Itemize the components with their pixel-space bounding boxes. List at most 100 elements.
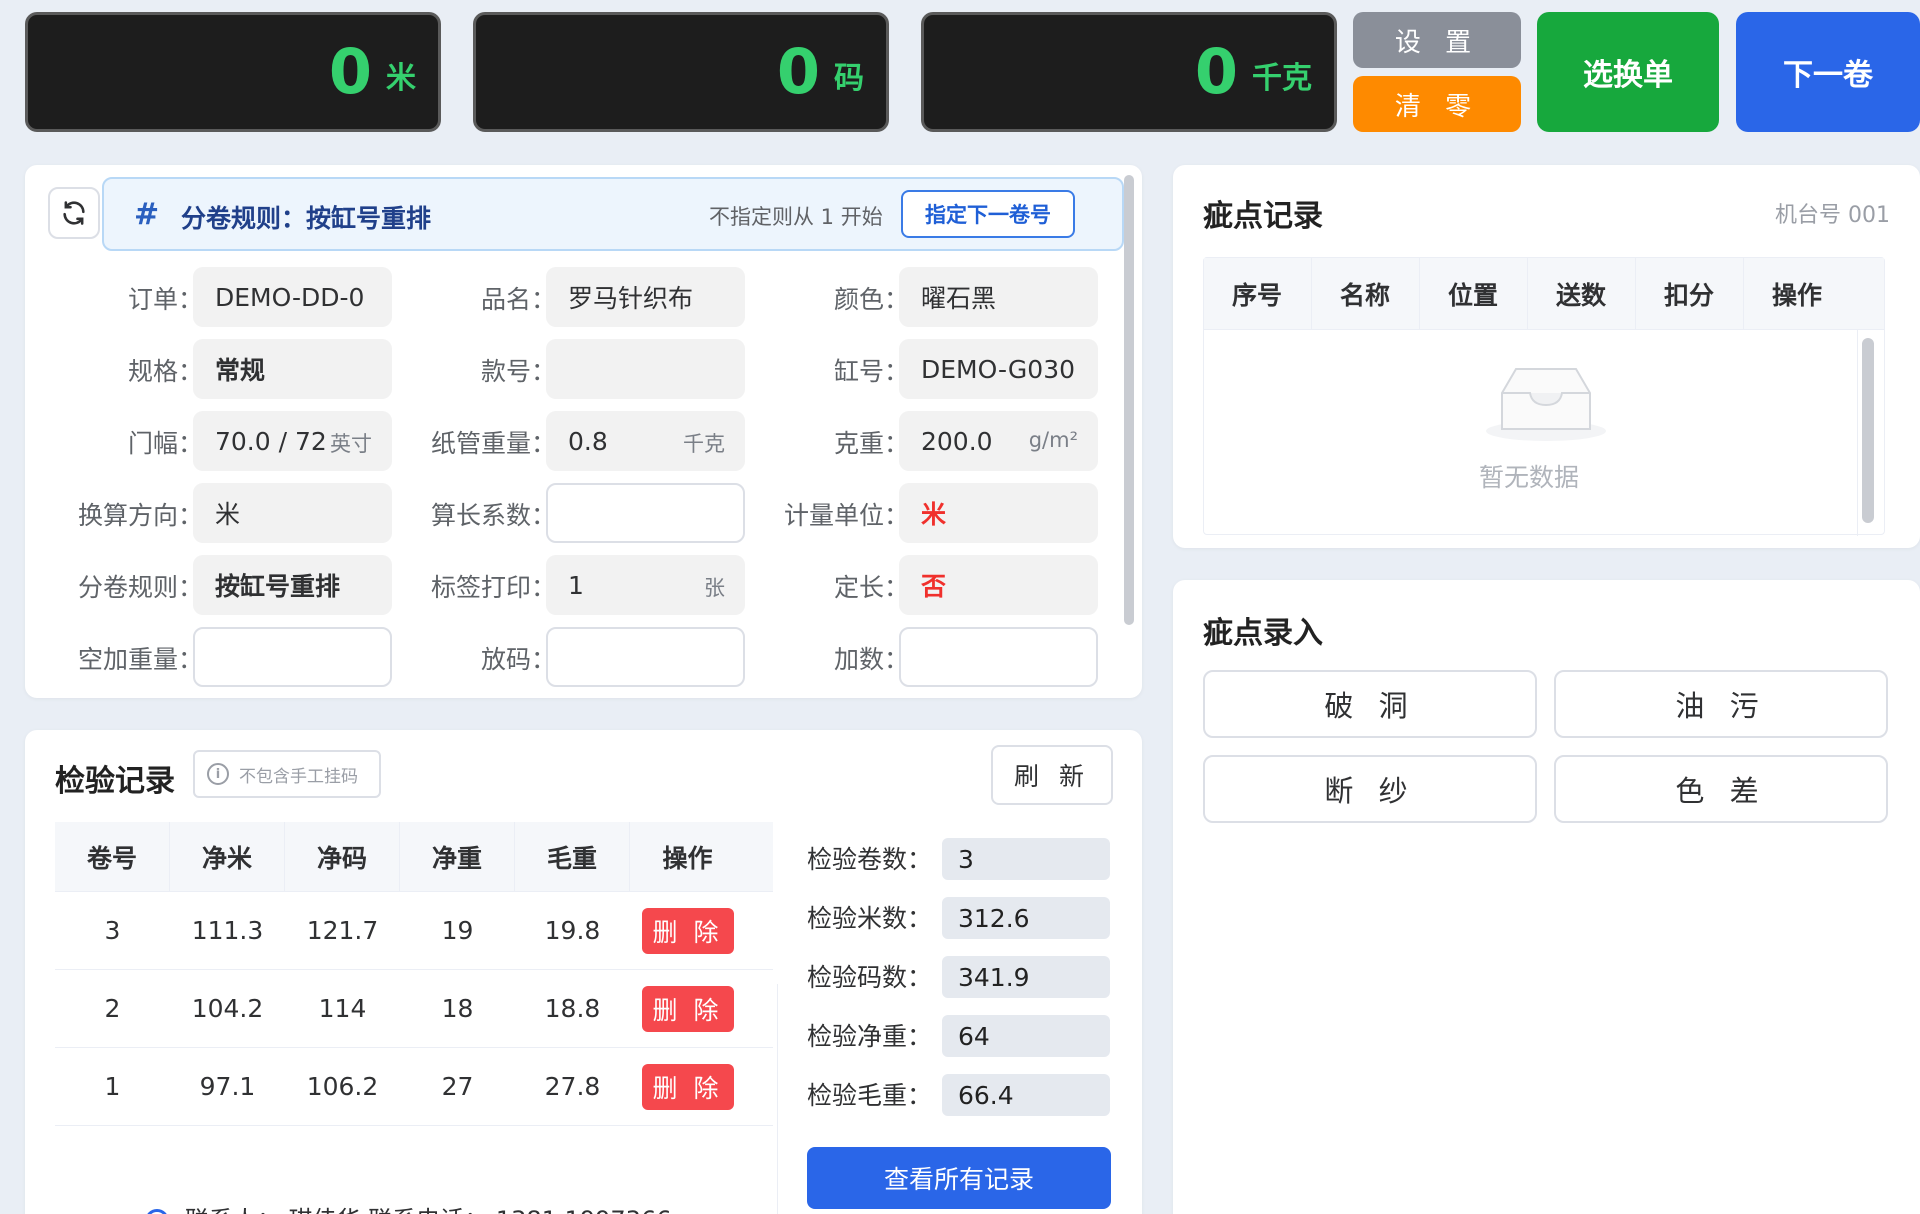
yard-value: 0 (776, 35, 820, 108)
col-seq: 序号 (1204, 258, 1312, 329)
label-print-label: 标签打印： (430, 573, 556, 602)
sum-net-weight-value: 64 (942, 1015, 1110, 1057)
defect-record-title: 疵点记录 (1203, 199, 1323, 234)
inspection-panel: 检验记录 i 不包含手工挂码 刷 新 卷号 净米 净码 净重 毛重 操作 3 1… (25, 730, 1142, 1214)
table-header: 卷号 净米 净码 净重 毛重 操作 (55, 822, 773, 892)
product-field[interactable]: 罗马针织布 (546, 267, 745, 327)
defect-record-panel: 疵点记录 机台号 001 序号 名称 位置 送数 扣分 操作 暂无数据 (1173, 165, 1920, 548)
cell-net-meter: 104.2 (191, 994, 264, 1023)
spec-field[interactable]: 常规 (193, 339, 392, 399)
next-roll-button[interactable]: 下一卷 (1736, 12, 1920, 132)
sum-meters-value: 312.6 (942, 897, 1110, 939)
order-field[interactable]: DEMO-DD-0 (193, 267, 392, 327)
view-all-records-button[interactable]: 查看所有记录 (807, 1147, 1111, 1209)
select-order-button[interactable]: 选换单 (1537, 12, 1719, 132)
measure-unit-value: 米 (921, 500, 947, 529)
defect-oil-button[interactable]: 油 污 (1554, 670, 1888, 738)
spec-label: 规格： (127, 357, 203, 386)
table-divider (1857, 330, 1858, 536)
col-position: 位置 (1420, 258, 1528, 329)
empty-inbox-icon (1486, 368, 1606, 441)
width-field[interactable]: 70.0 / 72 英寸 (193, 411, 392, 471)
hash-icon: # (134, 197, 160, 232)
cell-gross-weight: 27.8 (544, 1072, 601, 1101)
extra-weight-label: 空加重量： (77, 645, 203, 674)
reload-button[interactable] (48, 187, 100, 239)
tube-weight-unit: 千克 (679, 428, 725, 458)
cell-roll: 2 (104, 994, 121, 1023)
convert-dir-field[interactable]: 米 (193, 483, 392, 543)
fixed-length-label: 定长： (833, 573, 909, 602)
settings-button[interactable]: 设 置 (1353, 12, 1521, 68)
split-rule-hint: 不指定则从 1 开始 (709, 205, 883, 229)
add-count-input[interactable] (899, 627, 1098, 687)
col-count: 送数 (1528, 258, 1636, 329)
machine-number: 机台号 001 (1775, 203, 1890, 228)
width-value: 70.0 / 72 (215, 426, 327, 456)
yard-counter: 0 码 (473, 12, 889, 132)
defect-broken-yarn-button[interactable]: 断 纱 (1203, 755, 1537, 823)
extra-weight-input[interactable] (193, 627, 392, 687)
color-field[interactable]: 曜石黑 (899, 267, 1098, 327)
sum-rolls-label: 检验卷数： (807, 845, 933, 874)
delete-button[interactable]: 删 除 (641, 907, 734, 954)
meter-value: 0 (328, 35, 372, 108)
delete-button[interactable]: 删 除 (641, 1063, 734, 1110)
col-net-yard: 净码 (285, 822, 400, 891)
order-label: 订单： (127, 285, 203, 314)
contact-icon (145, 1209, 169, 1214)
defect-table: 序号 名称 位置 送数 扣分 操作 暂无数据 (1203, 257, 1885, 536)
cell-action: 删 除 (630, 1048, 745, 1125)
product-value: 罗马针织布 (568, 284, 694, 313)
col-name: 名称 (1312, 258, 1420, 329)
cell-action: 删 除 (630, 970, 745, 1047)
tube-weight-field[interactable]: 0.8 千克 (546, 411, 745, 471)
zero-button[interactable]: 清 零 (1353, 76, 1521, 132)
split-rule-bar: # 分卷规则：按缸号重排 不指定则从 1 开始 指定下一卷号 (102, 177, 1124, 251)
split-rule-field[interactable]: 按缸号重排 (193, 555, 392, 615)
tube-weight-value: 0.8 (568, 426, 608, 456)
label-print-value: 1 (568, 570, 584, 600)
measure-unit-field[interactable]: 米 (899, 483, 1098, 543)
cell-net-meter: 97.1 (199, 1072, 256, 1101)
defect-color-diff-button[interactable]: 色 差 (1554, 755, 1888, 823)
col-deduction: 扣分 (1636, 258, 1744, 329)
col-net-meter: 净米 (170, 822, 285, 891)
style-no-field[interactable] (546, 339, 745, 399)
defect-table-scrollbar[interactable] (1862, 338, 1874, 523)
inspection-title: 检验记录 (55, 764, 175, 799)
refresh-icon (63, 201, 85, 225)
fixed-length-field[interactable]: 否 (899, 555, 1098, 615)
split-rule-value: 按缸号重排 (215, 572, 341, 601)
vat-no-value: DEMO-G030 (921, 354, 1076, 384)
inspection-table: 卷号 净米 净码 净重 毛重 操作 3 111.3 121.7 19 19.8 … (55, 822, 778, 1214)
manual-exclusion-tag: i 不包含手工挂码 (193, 750, 381, 798)
cell-net-weight: 18 (441, 994, 474, 1023)
vat-no-label: 缸号： (833, 357, 909, 386)
kg-counter: 0 千克 (921, 12, 1337, 132)
length-coef-label: 算长系数： (430, 501, 556, 530)
cell-net-yard: 106.2 (306, 1072, 379, 1101)
label-print-unit: 张 (700, 572, 725, 602)
vat-no-field[interactable]: DEMO-G030 (899, 339, 1098, 399)
gram-weight-value: 200.0 (921, 426, 993, 456)
cell-gross-weight: 18.8 (544, 994, 601, 1023)
order-value: DEMO-DD-0 (215, 282, 365, 312)
style-no-label: 款号： (480, 357, 556, 386)
gram-weight-field[interactable]: 200.0 g/m² (899, 411, 1098, 471)
inspection-refresh-button[interactable]: 刷 新 (991, 745, 1113, 805)
form-scrollbar[interactable] (1124, 175, 1134, 625)
yard-unit: 码 (834, 61, 864, 96)
width-unit: 英寸 (326, 428, 372, 458)
table-row: 1 97.1 106.2 27 27.8 删 除 (55, 1048, 773, 1126)
table-scroll-track[interactable] (777, 984, 803, 1214)
release-yard-input[interactable] (546, 627, 745, 687)
delete-button[interactable]: 删 除 (641, 985, 734, 1032)
defect-hole-button[interactable]: 破 洞 (1203, 670, 1537, 738)
assign-next-roll-button[interactable]: 指定下一卷号 (901, 190, 1075, 238)
col-gross-weight: 毛重 (515, 822, 630, 891)
col-roll: 卷号 (55, 822, 170, 891)
cell-net-yard: 114 (318, 994, 367, 1023)
label-print-field[interactable]: 1张 (546, 555, 745, 615)
length-coef-input[interactable] (546, 483, 745, 543)
